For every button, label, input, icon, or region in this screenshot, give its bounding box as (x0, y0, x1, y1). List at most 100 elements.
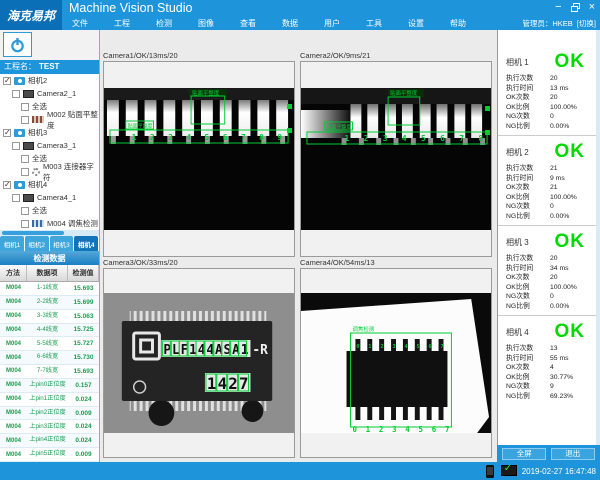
checkbox[interactable] (21, 103, 29, 111)
tree-item[interactable]: Camera2_1 (0, 87, 99, 100)
stat-header: 相机 1 OK (506, 50, 591, 74)
checkbox[interactable] (21, 220, 29, 228)
svg-text:1 2 3 4 5 6 7 8: 1 2 3 4 5 6 7 8 (345, 134, 484, 143)
menu-item[interactable]: 工程 (114, 17, 130, 30)
close-icon[interactable]: × (589, 1, 595, 13)
metric-row: 执行时间 9 ms (506, 174, 591, 184)
image-icon (23, 142, 34, 150)
checkbox[interactable] (12, 90, 20, 98)
menu-item[interactable]: 用户 (324, 17, 340, 30)
vertical-scrollbar[interactable] (596, 30, 600, 445)
admin-label: 管理员：HKEB (522, 18, 572, 29)
checkbox[interactable] (3, 129, 11, 137)
metric-row: 执行时间 34 ms (506, 264, 591, 274)
stat-block: 相机 2 OK 执行次数 21 执行时间 9 ms (498, 136, 597, 226)
camera-icon (14, 77, 25, 85)
stat-camera-name: 相机 3 (506, 237, 555, 248)
checkbox[interactable] (21, 116, 29, 124)
metric-label: 执行时间 (506, 264, 550, 274)
menu-item[interactable]: 数据 (282, 17, 298, 30)
camera-grid: Camera1/OK/13ms/20 贴面平整度 贴面 (100, 30, 497, 462)
metric-value: 34 ms (550, 264, 591, 274)
metric-label: 执行次数 (506, 254, 550, 264)
metric-label: OK比例 (506, 373, 550, 383)
metric-value: 0.00% (550, 122, 591, 132)
gear-icon (32, 168, 40, 176)
row-value: 15.699 (68, 299, 99, 306)
exit-button[interactable]: 退出 (551, 448, 595, 460)
checkbox[interactable] (21, 168, 29, 176)
checkbox[interactable] (21, 155, 29, 163)
tree-item[interactable]: M004 调焦检测 (0, 217, 99, 230)
camera-tab[interactable]: 相机1 (0, 236, 24, 251)
metric-row: NG次数 0 (506, 202, 591, 212)
tree-item-label: Camera4_1 (37, 193, 76, 202)
row-method: M004 (0, 452, 27, 458)
metric-row: OK次数 20 (506, 93, 591, 103)
menu-item[interactable]: 查看 (240, 17, 256, 30)
svg-text:0 1 2 3 4 5 6 7: 0 1 2 3 4 5 6 7 (356, 344, 443, 350)
row-item: 6-6线宽 (27, 354, 68, 361)
camera-tab[interactable]: 相机2 (25, 236, 49, 251)
metric-value: 100.00% (550, 193, 591, 203)
restore-icon[interactable] (571, 3, 580, 12)
camera4-view[interactable]: 调焦检测 0 1 2 3 4 5 6 7 0 1 2 3 4 5 6 7 (300, 268, 492, 458)
power-button[interactable] (3, 32, 32, 57)
tree-item[interactable]: 相机2 (0, 74, 99, 87)
metric-value: 9 (550, 382, 591, 392)
tree-item[interactable]: M002 贴面平整度 (0, 113, 99, 126)
power-icon (10, 37, 25, 53)
switch-user-link[interactable]: [切换] (577, 18, 596, 29)
menu-item[interactable]: 工具 (366, 17, 382, 30)
menu-item[interactable]: 文件 (72, 17, 88, 30)
device-tray-icon[interactable] (486, 465, 494, 478)
camera-tab[interactable]: 相机4 (74, 236, 98, 251)
metric-row: 执行时间 55 ms (506, 354, 591, 364)
table-row: M004 上pin0正位度 0.157 (0, 379, 99, 393)
scrollbar-thumb[interactable] (2, 231, 64, 235)
camera1-image: 贴面平整度 贴面平整度 1 2 3 4 5 6 7 8 9 (104, 88, 294, 230)
checkbox[interactable] (12, 142, 20, 150)
metric-value: 20 (550, 273, 591, 283)
row-method: M004 (0, 313, 27, 319)
camera3-view[interactable]: PLF144ASA1 -R 1427 (103, 268, 295, 458)
camera-tab[interactable]: 相机3 (50, 236, 74, 251)
metric-row: 执行次数 20 (506, 74, 591, 84)
metric-value: 100.00% (550, 283, 591, 293)
checkbox[interactable] (12, 194, 20, 202)
row-method: M004 (0, 438, 27, 444)
tree-item[interactable]: Camera3_1 (0, 139, 99, 152)
metric-label: NG比例 (506, 392, 550, 402)
table-row: M004 6-6线宽 15.730 (0, 351, 99, 365)
checkbox[interactable] (3, 181, 11, 189)
metric-value: 20 (550, 93, 591, 103)
menu-item[interactable]: 检测 (156, 17, 172, 30)
checkbox[interactable] (21, 207, 29, 215)
project-name: TEST (39, 60, 59, 74)
minimize-icon[interactable]: − (555, 1, 561, 13)
row-method: M004 (0, 355, 27, 361)
footer-button-bar: 全屏 退出 (497, 445, 600, 462)
tree-item[interactable]: 全选 (0, 204, 99, 217)
camera1-view[interactable]: 贴面平整度 贴面平整度 1 2 3 4 5 6 7 8 9 (103, 61, 295, 257)
metric-label: NG次数 (506, 112, 550, 122)
tree-item-label: 相机3 (28, 127, 47, 138)
fullscreen-button[interactable]: 全屏 (502, 448, 546, 460)
menu-item[interactable]: 图像 (198, 17, 214, 30)
monitor-check-icon[interactable] (501, 465, 515, 477)
row-value: 0.024 (68, 437, 99, 444)
checkbox[interactable] (3, 77, 11, 85)
camera2-view[interactable]: 贴面平整度 贴面平整度 1 2 3 4 5 6 7 8 (300, 61, 492, 257)
camera1-title: Camera1/OK/13ms/20 (103, 51, 178, 60)
menu-item[interactable]: 帮助 (450, 17, 466, 30)
row-item: 上pin2正位度 (27, 410, 68, 417)
metric-row: OK比例 100.00% (506, 103, 591, 113)
tree-item[interactable]: Camera4_1 (0, 191, 99, 204)
table-row: M004 2-2线宽 15.699 (0, 296, 99, 310)
stats-panel: 相机 1 OK 执行次数 20 执行时间 13 ms (497, 30, 600, 445)
row-item: 5-5线宽 (27, 341, 68, 348)
menu-item[interactable]: 设置 (408, 17, 424, 30)
table-row: M004 3-3线宽 15.063 (0, 310, 99, 324)
tree-item[interactable]: M003 连接器字符 (0, 165, 99, 178)
toolbar-row (0, 30, 99, 60)
